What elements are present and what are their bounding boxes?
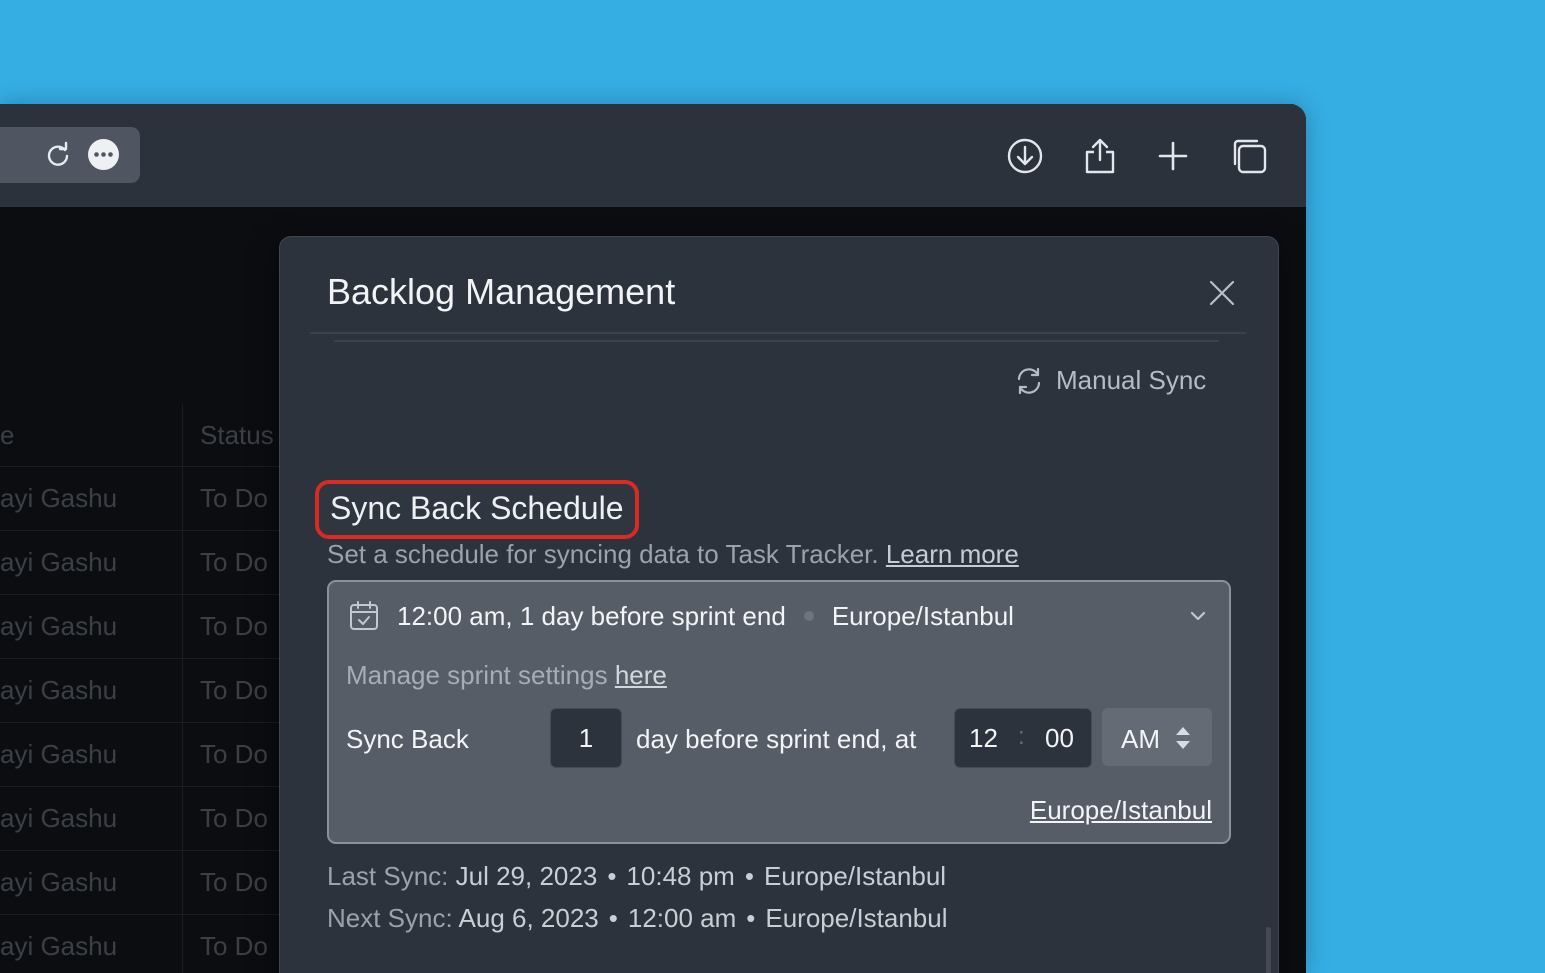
section-description: Set a schedule for syncing data to Task … xyxy=(327,539,1019,570)
row-name: ayi Gashu xyxy=(0,675,118,705)
table-header: e Status xyxy=(0,404,290,466)
row-status: To Do xyxy=(200,675,268,705)
section-title: Sync Back Schedule xyxy=(315,480,639,539)
next-sync-info: Next Sync: Aug 6, 2023 • 12:00 am • Europe/I… xyxy=(327,903,948,934)
row-name: ayi Gashu xyxy=(0,931,118,961)
reload-icon[interactable] xyxy=(44,141,72,169)
browser-toolbar xyxy=(0,104,1306,207)
scrollbar[interactable] xyxy=(1266,927,1271,973)
browser-window: e Status ayi Gashu To Do ayi Gashu To Do… xyxy=(0,104,1306,973)
last-sync-timezone: Europe/Istanbul xyxy=(763,861,947,891)
schedule-summary: 12:00 am, 1 day before sprint end xyxy=(397,600,786,631)
dialog-title: Backlog Management xyxy=(327,271,676,312)
bullet: • xyxy=(744,861,754,891)
row-status: To Do xyxy=(200,483,268,513)
timezone-link[interactable]: Europe/Istanbul xyxy=(1030,795,1212,826)
row-status: To Do xyxy=(200,547,268,577)
row-status: To Do xyxy=(200,739,268,769)
last-sync-info: Last Sync: Jul 29, 2023 • 10:48 pm • Europe/… xyxy=(327,861,946,892)
row-name: ayi Gashu xyxy=(0,547,118,577)
tabs-overview-icon[interactable] xyxy=(1230,137,1268,175)
minute-field[interactable]: 00 xyxy=(1045,723,1074,754)
last-sync-time: 10:48 pm xyxy=(626,861,735,891)
up-down-arrows-icon xyxy=(1176,727,1190,749)
calendar-icon xyxy=(350,601,378,630)
time-input[interactable]: 12 : 00 xyxy=(954,708,1092,768)
ampm-value: AM xyxy=(1121,724,1160,754)
content-divider xyxy=(334,340,1219,342)
manage-sprint-settings: Manage sprint settings here xyxy=(346,660,667,691)
table-row[interactable]: ayi Gashu To Do xyxy=(0,594,290,658)
bullet: • xyxy=(607,861,617,891)
days-before-input[interactable]: 1 xyxy=(550,708,622,768)
row-status: To Do xyxy=(200,867,268,897)
row-name: ayi Gashu xyxy=(0,803,118,833)
row-status: To Do xyxy=(200,803,268,833)
time-colon: : xyxy=(1018,723,1025,750)
row-name: ayi Gashu xyxy=(0,483,118,513)
manage-here-link[interactable]: here xyxy=(615,660,667,690)
manual-sync-label: Manual Sync xyxy=(1056,365,1207,395)
row-name: ayi Gashu xyxy=(0,611,118,641)
download-icon[interactable] xyxy=(1006,137,1044,175)
sync-back-label: Sync Back xyxy=(346,724,469,754)
schedule-dropdown[interactable]: 12:00 am, 1 day before sprint end Europe… xyxy=(348,600,1210,632)
next-sync-timezone: Europe/Istanbul xyxy=(765,903,948,933)
table-row[interactable]: ayi Gashu To Do xyxy=(0,722,290,786)
table-row[interactable]: ayi Gashu To Do xyxy=(0,466,290,530)
next-sync-label: Next Sync: xyxy=(327,903,453,933)
row-name: ayi Gashu xyxy=(0,739,118,769)
next-sync-time: 12:00 am xyxy=(627,903,737,933)
row-status: To Do xyxy=(200,611,268,641)
ampm-select[interactable]: AM xyxy=(1102,708,1212,766)
row-name: ayi Gashu xyxy=(0,867,118,897)
table-row[interactable]: ayi Gashu To Do xyxy=(0,658,290,722)
header-status: Status xyxy=(200,420,274,450)
table-row[interactable]: ayi Gashu To Do xyxy=(0,914,290,973)
row-status: To Do xyxy=(200,931,268,961)
manage-text: Manage sprint settings xyxy=(346,660,608,690)
chevron-down-icon[interactable] xyxy=(1186,604,1210,628)
table-row[interactable]: ayi Gashu To Do xyxy=(0,530,290,594)
address-bar[interactable] xyxy=(0,127,140,183)
new-tab-icon[interactable] xyxy=(1154,137,1192,175)
last-sync-date: Jul 29, 2023 xyxy=(455,861,598,891)
header-divider xyxy=(310,332,1246,334)
backlog-management-dialog: Backlog Management Manual Sync Sync Back… xyxy=(279,236,1279,973)
schedule-panel: 12:00 am, 1 day before sprint end Europe… xyxy=(327,580,1231,844)
close-icon[interactable] xyxy=(1208,279,1236,307)
learn-more-link[interactable]: Learn more xyxy=(886,539,1019,569)
table-row[interactable]: ayi Gashu To Do xyxy=(0,786,290,850)
share-icon[interactable] xyxy=(1081,137,1119,175)
more-icon[interactable] xyxy=(87,138,120,171)
schedule-timezone: Europe/Istanbul xyxy=(831,600,1014,631)
dot-separator xyxy=(803,611,814,621)
last-sync-label: Last Sync: xyxy=(327,861,449,891)
hour-field[interactable]: 12 xyxy=(969,723,998,754)
bullet: • xyxy=(746,903,756,933)
day-before-text: day before sprint end, at xyxy=(636,724,917,754)
manual-sync-button[interactable]: Manual Sync xyxy=(1014,365,1206,396)
header-name: e xyxy=(0,420,15,450)
section-description-text: Set a schedule for syncing data to Task … xyxy=(327,539,879,569)
next-sync-date: Aug 6, 2023 xyxy=(458,903,599,933)
table-row[interactable]: ayi Gashu To Do xyxy=(0,850,290,914)
bullet: • xyxy=(608,903,618,933)
sync-icon xyxy=(1017,367,1041,394)
